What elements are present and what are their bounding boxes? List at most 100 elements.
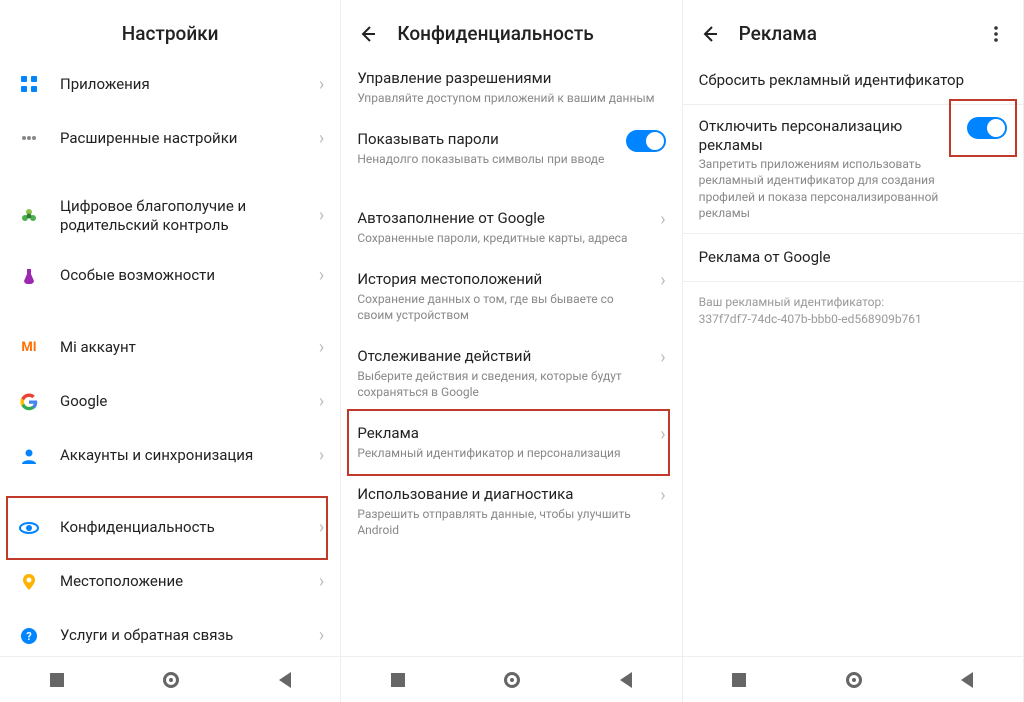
nav-recent-icon[interactable]: [391, 673, 405, 687]
grid-icon: [16, 71, 42, 97]
person-icon: [16, 443, 42, 469]
row-accounts-sync[interactable]: Аккаунты и синхронизация ›: [0, 429, 340, 483]
nav-recent-icon[interactable]: [732, 673, 746, 687]
row-mi-account[interactable]: MI Mi аккаунт ›: [0, 321, 340, 375]
chevron-right-icon: ›: [319, 265, 324, 286]
chevron-right-icon: ›: [660, 347, 665, 368]
flower-icon: [16, 203, 42, 229]
nav-back-icon[interactable]: [279, 672, 291, 688]
sublabel: Сохранение данных о том, где вы бываете …: [357, 291, 652, 323]
chevron-right-icon: ›: [660, 424, 665, 445]
chevron-right-icon: ›: [319, 517, 324, 538]
label: Расширенные настройки: [60, 129, 311, 148]
row-wellbeing[interactable]: Цифровое благополучие и родительский кон…: [0, 183, 340, 249]
chevron-right-icon: ›: [660, 485, 665, 506]
row-disable-personalization[interactable]: Отключить персонализацию рекламы Запрети…: [683, 105, 1023, 234]
sublabel: Сохраненные пароли, кредитные карты, адр…: [357, 230, 652, 246]
chevron-right-icon: ›: [319, 337, 324, 358]
row-reset-ad-id[interactable]: Сбросить рекламный идентификатор: [683, 57, 1023, 105]
label: Использование и диагностика: [357, 485, 652, 504]
nav-back-icon[interactable]: [620, 672, 632, 688]
help-icon: ?: [16, 623, 42, 649]
row-accessibility[interactable]: Особые возможности ›: [0, 249, 340, 303]
header: Конфиденциальность: [341, 0, 681, 57]
nav-back-icon[interactable]: [961, 672, 973, 688]
sublabel: Выберите действия и сведения, которые бу…: [357, 368, 652, 400]
row-apps[interactable]: Приложения ›: [0, 57, 340, 111]
row-ads[interactable]: Реклама Рекламный идентификатор и персона…: [341, 412, 681, 473]
label: Реклама: [357, 424, 652, 443]
mi-icon: MI: [16, 335, 42, 361]
svg-text:?: ?: [26, 630, 32, 643]
row-autofill[interactable]: Автозаполнение от Google Сохраненные паро…: [341, 197, 681, 258]
label: История местоположений: [357, 270, 652, 289]
dots-icon: [16, 125, 42, 151]
nav-home-icon[interactable]: [163, 672, 179, 688]
chevron-right-icon: ›: [660, 209, 665, 230]
label: Реклама от Google: [699, 248, 1007, 267]
chevron-right-icon: ›: [319, 205, 324, 226]
back-arrow-icon[interactable]: [699, 23, 721, 45]
label: Mi аккаунт: [60, 338, 311, 357]
privacy-list: Управление разрешениями Управляйте доступ…: [341, 57, 681, 702]
row-google[interactable]: Google ›: [0, 375, 340, 429]
label: Конфиденциальность: [60, 518, 311, 537]
label: Сбросить рекламный идентификатор: [699, 71, 1007, 90]
nav-home-icon[interactable]: [504, 672, 520, 688]
label: Управление разрешениями: [357, 69, 665, 88]
chevron-right-icon: ›: [319, 391, 324, 412]
page-title: Настройки: [122, 22, 219, 45]
row-feedback[interactable]: ? Услуги и обратная связь ›: [0, 609, 340, 663]
sublabel: Запретить приложениям использовать рекла…: [699, 156, 959, 221]
navbar: [683, 656, 1023, 702]
header: Реклама: [683, 0, 1023, 57]
eye-icon: [16, 515, 42, 541]
privacy-pane: Конфиденциальность Управление разрешения…: [341, 0, 682, 702]
label: Автозаполнение от Google: [357, 209, 652, 228]
footer-value: 337f7df7-74dc-407b-bbb0-ed568909b761: [699, 311, 1007, 328]
row-privacy[interactable]: Конфиденциальность ›: [0, 501, 340, 555]
toggle-show-passwords[interactable]: [626, 130, 666, 152]
back-arrow-icon[interactable]: [357, 23, 379, 45]
row-show-passwords[interactable]: Показывать паролиНенадолго показывать си…: [341, 118, 681, 179]
row-activity-tracking[interactable]: Отслеживание действий Выберите действия и…: [341, 335, 681, 412]
label: Аккаунты и синхронизация: [60, 446, 311, 465]
label: Особые возможности: [60, 266, 311, 285]
sublabel: Рекламный идентификатор и персонализация: [357, 445, 652, 461]
ads-list: Сбросить рекламный идентификатор Отключи…: [683, 57, 1023, 702]
settings-pane: Настройки Приложения › Расширенные настр…: [0, 0, 341, 702]
navbar: [0, 656, 340, 702]
chevron-right-icon: ›: [319, 445, 324, 466]
label: Услуги и обратная связь: [60, 626, 311, 645]
chevron-right-icon: ›: [319, 625, 324, 646]
row-location[interactable]: Местоположение ›: [0, 555, 340, 609]
ads-pane: Реклама Сбросить рекламный идентификатор…: [683, 0, 1024, 702]
settings-list: Приложения › Расширенные настройки › Циф…: [0, 57, 340, 702]
row-advanced[interactable]: Расширенные настройки ›: [0, 111, 340, 165]
label: Google: [60, 392, 311, 411]
footer-label: Ваш рекламный идентификатор:: [699, 294, 1007, 311]
row-usage-diagnostics[interactable]: Использование и диагностикаРазрешить отп…: [341, 473, 681, 550]
ad-id-footer: Ваш рекламный идентификатор: 337f7df7-74…: [683, 282, 1023, 340]
sublabel: Ненадолго показывать символы при вводе: [357, 151, 617, 167]
potion-icon: [16, 263, 42, 289]
sublabel: Управляйте доступом приложений к вашим д…: [357, 90, 665, 106]
chevron-right-icon: ›: [319, 128, 324, 149]
row-location-history[interactable]: История местоположений Сохранение данных …: [341, 258, 681, 335]
label: Отслеживание действий: [357, 347, 652, 366]
nav-recent-icon[interactable]: [50, 673, 64, 687]
label: Цифровое благополучие и родительский кон…: [60, 197, 311, 235]
row-google-ads[interactable]: Реклама от Google: [683, 234, 1023, 282]
nav-home-icon[interactable]: [846, 672, 862, 688]
row-permissions[interactable]: Управление разрешениями Управляйте доступ…: [341, 57, 681, 118]
google-icon: [16, 389, 42, 415]
page-title: Реклама: [739, 22, 817, 45]
toggle-disable-personalization[interactable]: [967, 117, 1007, 139]
page-title: Конфиденциальность: [397, 22, 593, 45]
chevron-right-icon: ›: [319, 571, 324, 592]
label: Приложения: [60, 75, 311, 94]
pin-icon: [16, 569, 42, 595]
header: Настройки: [0, 0, 340, 57]
more-vert-icon[interactable]: [985, 23, 1007, 45]
label: Местоположение: [60, 572, 311, 591]
